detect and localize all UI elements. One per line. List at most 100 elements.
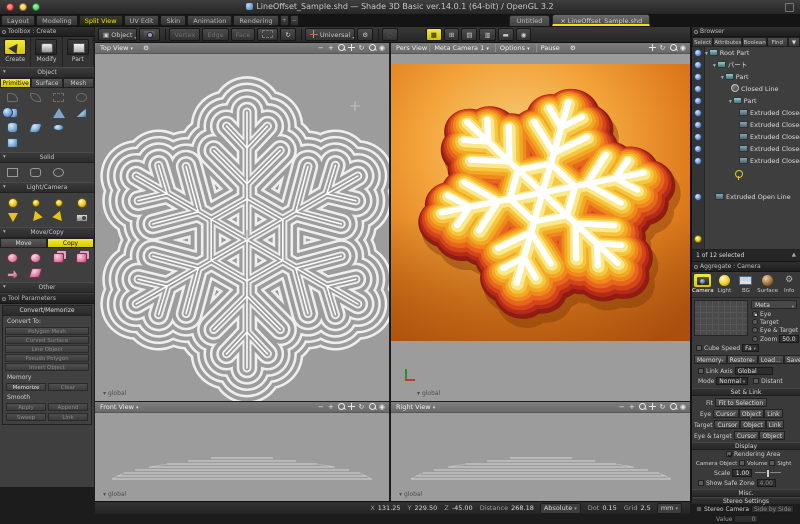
orbit-icon[interactable]: ↻ — [660, 403, 667, 411]
zoom-out-icon[interactable]: − — [318, 403, 325, 411]
load-button[interactable]: Load... — [758, 355, 784, 364]
unit-select[interactable]: mm▾ — [657, 503, 682, 514]
visibility-toggle[interactable] — [694, 133, 702, 141]
checkbox-icon[interactable] — [698, 368, 704, 374]
browser-tab-select[interactable]: Select — [692, 37, 713, 47]
bulb-light-icon[interactable] — [47, 195, 70, 210]
radio-icon[interactable] — [752, 336, 758, 342]
pan-icon[interactable] — [348, 44, 355, 51]
checkbox-icon[interactable] — [696, 506, 702, 512]
radio-icon[interactable] — [752, 319, 758, 325]
radio-icon[interactable] — [752, 327, 758, 333]
tool-parameters-header[interactable]: Tool Parameters — [0, 294, 94, 304]
eye-target-cursor-button[interactable]: Cursor — [734, 431, 760, 440]
tree-item-extruded-closed[interactable]: Extruded Closed — [705, 143, 800, 155]
workspace-tab-uv-edit[interactable]: UV Edit — [124, 15, 160, 26]
pers-pause-button[interactable]: Pause — [536, 44, 564, 52]
section-move-copy[interactable]: ▾Move/Copy — [0, 227, 94, 238]
fullscreen-icon[interactable] — [785, 3, 794, 12]
camera-create-icon[interactable] — [70, 210, 93, 225]
translate-tool-icon[interactable] — [1, 250, 24, 265]
layout-single-side-button[interactable]: ▥ — [479, 28, 495, 41]
face-mode-button[interactable]: Face — [231, 28, 256, 41]
target-radio[interactable]: Target — [752, 319, 779, 327]
workspace-remove-button[interactable]: − — [290, 15, 299, 26]
collapse-icon[interactable]: ▲ — [792, 250, 796, 261]
convert-line-object-button[interactable]: Line Object — [5, 345, 89, 353]
tab-surface[interactable]: Surface — [31, 78, 62, 88]
visibility-toggle[interactable] — [694, 61, 702, 69]
right-view-header[interactable]: Right View ▾ − + ↻ ◉ — [391, 402, 690, 413]
section-other[interactable]: ▾Other — [0, 282, 94, 293]
workspace-tab-layout[interactable]: Layout — [1, 15, 35, 26]
layout-grid-button[interactable]: ⊞ — [444, 28, 459, 41]
view-settings-gear-icon[interactable]: ⚙ — [143, 44, 149, 52]
zoom-in-icon[interactable]: + — [328, 44, 335, 52]
aggregate-tab-light[interactable]: Light — [714, 274, 736, 297]
scale-tool-icon[interactable] — [47, 250, 70, 265]
visibility-toggle[interactable] — [694, 49, 702, 57]
eye-radio[interactable]: Eye — [752, 311, 771, 319]
eye-target-radio[interactable]: Eye & Target — [752, 327, 798, 335]
visibility-toggle[interactable] — [694, 85, 702, 93]
section-object[interactable]: ▾Object — [0, 67, 94, 78]
view-options-icon[interactable]: ◉ — [379, 403, 386, 411]
sphere-tool-icon[interactable] — [24, 105, 47, 120]
browser-header[interactable]: Browser — [692, 27, 800, 37]
zoom-in-icon[interactable]: + — [629, 403, 636, 411]
smooth-sweep-button[interactable]: Sweep — [6, 413, 46, 421]
target-link-button[interactable]: Link — [766, 420, 784, 429]
smooth-link-button[interactable]: Link — [48, 413, 88, 421]
draw-circle-tool-icon[interactable] — [70, 90, 93, 105]
solid-subtract-icon[interactable] — [24, 165, 47, 180]
browser-tab-attributes[interactable]: Attributes — [713, 37, 742, 47]
front-view-axis-label[interactable]: ▾ global — [103, 491, 126, 498]
rendering-area-row[interactable]: Rendering Area — [726, 451, 780, 459]
viewport-pers[interactable]: Pers View Meta Camera 1 ▾ Options ▾ Paus… — [391, 43, 690, 402]
memorize-button[interactable]: Memorize — [6, 383, 46, 391]
zoom-region-icon[interactable] — [670, 44, 677, 51]
rotate-view-button[interactable]: ↻ — [280, 28, 295, 41]
point-light-icon[interactable] — [24, 195, 47, 210]
pan-icon[interactable] — [348, 403, 355, 410]
smooth-apply-button[interactable]: Apply — [6, 403, 46, 411]
stereo-value-field[interactable]: 0 — [734, 515, 758, 523]
safe-zone-row[interactable]: Show Safe Zone 4.00 — [698, 479, 776, 487]
tree-item-extruded-closed[interactable]: Extruded Closed — [705, 107, 800, 119]
tree-item-root-part[interactable]: ▾Root Part — [705, 47, 800, 59]
stereo-camera-select[interactable]: Side by Side — [751, 505, 794, 513]
workspace-tab-animation[interactable]: Animation — [187, 15, 232, 26]
pan-icon[interactable] — [649, 44, 656, 51]
pers-camera-select[interactable]: Meta Camera 1 ▾ — [429, 44, 493, 52]
visibility-toggle[interactable] — [694, 121, 702, 129]
doc-tab-active[interactable]: ×LineOffset_Sample.shd — [552, 14, 650, 26]
toolbox-header[interactable]: Toolbox : Create — [0, 27, 94, 37]
box-tool-icon[interactable] — [1, 135, 24, 150]
spot-light-icon[interactable] — [1, 210, 24, 225]
camera-preview-grid[interactable] — [694, 300, 748, 336]
area-light-icon[interactable] — [70, 195, 93, 210]
visibility-toggle[interactable] — [694, 109, 702, 117]
draw-rect-tool-icon[interactable] — [47, 90, 70, 105]
vertex-mode-button[interactable]: Vertex — [169, 28, 200, 41]
zoom-region-icon[interactable] — [369, 403, 376, 410]
checkbox-icon[interactable] — [769, 460, 775, 466]
target-object-button[interactable]: Object — [740, 420, 766, 429]
tab-primitive[interactable]: Primitive — [0, 78, 31, 88]
zoom-value-field[interactable]: 50.0 — [779, 335, 798, 343]
zoom-in-icon[interactable]: + — [328, 403, 335, 411]
toolbox-modify-button[interactable]: Modify — [31, 37, 62, 67]
memory-button[interactable]: Memory▾ — [694, 355, 727, 364]
browser-filter-icon[interactable]: ▼ — [788, 37, 800, 47]
tree-item-extruded-closed[interactable]: Extruded Closed — [705, 119, 800, 131]
visibility-toggle-active[interactable] — [694, 235, 702, 243]
eye-object-button[interactable]: Object — [739, 409, 765, 418]
link-axis-row[interactable]: Link Axis Global — [698, 367, 773, 375]
clear-button[interactable]: Clear — [48, 383, 88, 391]
link-axis-select[interactable]: Global — [735, 367, 773, 375]
convert-curved-surface-button[interactable]: Curved Surface — [5, 336, 89, 344]
doc-tab-untitled[interactable]: Untitled — [509, 15, 551, 26]
top-view-header[interactable]: Top View ▾ ⚙ − + ↻ ◉ — [95, 43, 389, 54]
convert-polygon-mesh-button[interactable]: Polygon Mesh — [5, 327, 89, 335]
layout-single-top-button[interactable]: ▤ — [461, 28, 477, 41]
